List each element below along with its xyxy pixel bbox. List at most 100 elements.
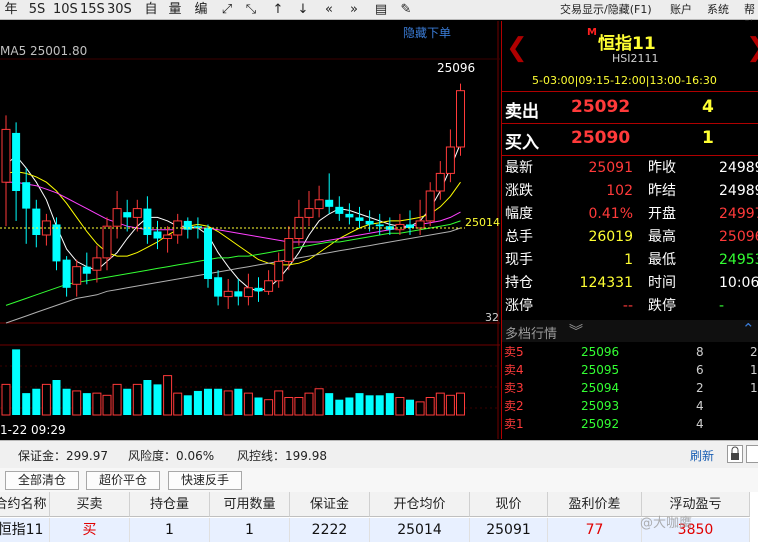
depth-price: 25095 — [581, 363, 620, 377]
candle-body — [132, 208, 142, 218]
depth-row[interactable]: 卖1 25092 4 — [502, 416, 758, 433]
quote-value: 25096 — [719, 229, 758, 245]
column-header[interactable]: 保证金 — [290, 492, 370, 517]
quote-value: 25091 — [588, 160, 633, 176]
candle-body — [234, 291, 243, 297]
depth-row[interactable]: 卖4 25095 6 1 — [502, 362, 758, 379]
toolbar-button-8[interactable]: ⤢ — [216, 1, 238, 18]
column-header[interactable]: 合约名称 — [0, 492, 50, 517]
toolbar-button-3[interactable]: 15S — [80, 1, 105, 18]
toolbar-button-0[interactable]: 年 — [0, 1, 22, 18]
table-cell: 1 — [130, 518, 210, 542]
buy-price[interactable]: 25090 — [571, 128, 630, 148]
depth-extra: 2 — [750, 345, 758, 359]
candle-body — [204, 227, 212, 279]
candle-body — [22, 182, 31, 209]
volume-bar — [415, 401, 425, 416]
depth-price: 25093 — [581, 399, 620, 413]
quote-row: 最新 25091 昨收 24989 — [502, 157, 758, 180]
double-chevron-down-icon[interactable]: ︾ — [569, 321, 583, 341]
table-cell: 2222 — [290, 518, 370, 542]
toolbar-button-9[interactable]: ⤡ — [240, 1, 262, 18]
volume-bar — [102, 394, 112, 416]
volume-bar — [243, 392, 253, 416]
candle-body — [12, 132, 21, 191]
candles[interactable] — [1, 83, 465, 309]
quote-row: 现手 1 最低 24953 — [502, 249, 758, 272]
volume-bar — [163, 375, 173, 416]
top-toolbar: 年 5S 10S 15S 30S 自量编 ⤢ ⤡ ↑ ↓ «» ▤ ✎ 交易显示/隐藏(F1) 账户 系… — [0, 0, 758, 32]
lock-icon[interactable] — [727, 445, 743, 463]
volume-bar — [355, 393, 364, 415]
sell-price[interactable]: 25092 — [571, 97, 630, 117]
menu-system[interactable]: 系统 — [707, 2, 729, 18]
candle-body — [355, 217, 364, 221]
candle-body — [345, 213, 354, 218]
column-header[interactable]: 盈利价差 — [548, 492, 642, 517]
close-all-button[interactable]: 全部清仓 — [5, 471, 79, 490]
volume-bar — [204, 388, 212, 415]
toolbar-button-12[interactable]: « — [318, 1, 340, 18]
column-header[interactable]: 开仓均价 — [370, 492, 470, 517]
depth-volume: 4 — [696, 399, 704, 413]
menu-account[interactable]: 账户 — [670, 2, 692, 18]
toolbar-button-5[interactable]: 自 — [140, 1, 162, 18]
depth-row[interactable]: 卖3 25094 2 1 — [502, 380, 758, 397]
volume-bar — [183, 395, 192, 415]
quote-header: ❮ M 恒指11 HSI2111 ❯ 5-03:00|09:15-12:00|1… — [502, 21, 758, 91]
toolbar-button-14[interactable]: ▤ — [370, 1, 392, 18]
depth-row[interactable]: 卖2 25093 4 — [502, 398, 758, 415]
toolbar-button-4[interactable]: 30S — [107, 1, 132, 18]
table-cell: 25091 — [470, 518, 548, 542]
quote-value: 24989 — [719, 160, 758, 176]
candle-body — [395, 223, 405, 231]
market-depth-header[interactable]: 多档行情 ︾ ⌃ — [502, 320, 758, 342]
candle-body — [415, 220, 425, 229]
sell-volume: 4 — [702, 97, 714, 117]
toolbar-button-2[interactable]: 10S — [53, 1, 78, 18]
quote-row: 持仓 124331 时间 10:06:28 — [502, 272, 758, 295]
menu-toggle-trade[interactable]: 交易显示/隐藏(F1) — [560, 2, 652, 18]
column-header[interactable]: 买卖 — [50, 492, 130, 517]
candle-body — [335, 206, 344, 214]
column-header[interactable]: 持仓量 — [130, 492, 210, 517]
candle-body — [365, 220, 374, 225]
candle-body — [102, 225, 112, 259]
toolbar-button-7[interactable]: 编 — [190, 1, 212, 18]
quote-value: 124331 — [579, 275, 633, 291]
volume-bar — [284, 397, 294, 416]
depth-row[interactable]: 卖5 25096 8 2 — [502, 344, 758, 361]
column-header[interactable]: 现价 — [470, 492, 548, 517]
quote-value: -- — [622, 298, 633, 314]
toolbar-button-6[interactable]: 量 — [164, 1, 186, 18]
contract-prefix: M — [587, 27, 597, 38]
quote-divider — [502, 155, 758, 156]
over-price-close-button[interactable]: 超价平仓 — [86, 471, 160, 490]
prev-contract-arrow-icon[interactable]: ❮ — [506, 33, 528, 63]
high-price-label: 25096 — [437, 61, 475, 75]
next-contract-arrow-icon[interactable]: ❯ — [746, 33, 758, 63]
chevron-up-icon[interactable]: ⌃ — [742, 320, 755, 338]
toolbar-button-1[interactable]: 5S — [26, 1, 48, 18]
toolbar-button-10[interactable]: ↑ — [267, 1, 289, 18]
quote-value: 24997 — [719, 206, 758, 222]
settings-icon[interactable] — [746, 445, 758, 463]
candle-body — [112, 208, 122, 227]
candle-body — [163, 234, 173, 240]
ma-line-ma30 — [5, 220, 461, 306]
table-cell: 25014 — [370, 518, 470, 542]
depth-volume: 6 — [696, 363, 704, 377]
toolbar-button-11[interactable]: ↓ — [292, 1, 314, 18]
sell-label: 卖出 — [505, 102, 539, 122]
quick-reverse-button[interactable]: 快速反手 — [168, 471, 242, 490]
column-header[interactable]: 可用数量 — [210, 492, 290, 517]
toolbar-button-13[interactable]: » — [343, 1, 365, 18]
refresh-link[interactable]: 刷新 — [690, 447, 714, 464]
quote-value: 1 — [624, 252, 633, 268]
quote-value: 10:06:28 — [719, 275, 758, 291]
kline-chart[interactable]: MA5 25001.80 隐藏下单 25096 25014 32 1-22 09… — [0, 21, 500, 439]
quote-label: 现手 — [505, 252, 533, 268]
toolbar-button-15[interactable]: ✎ — [395, 1, 417, 18]
kline-chart-svg[interactable]: MA5 25001.80 隐藏下单 25096 25014 32 1-22 09… — [0, 21, 500, 439]
hide-orders-link[interactable]: 隐藏下单 — [403, 26, 451, 40]
